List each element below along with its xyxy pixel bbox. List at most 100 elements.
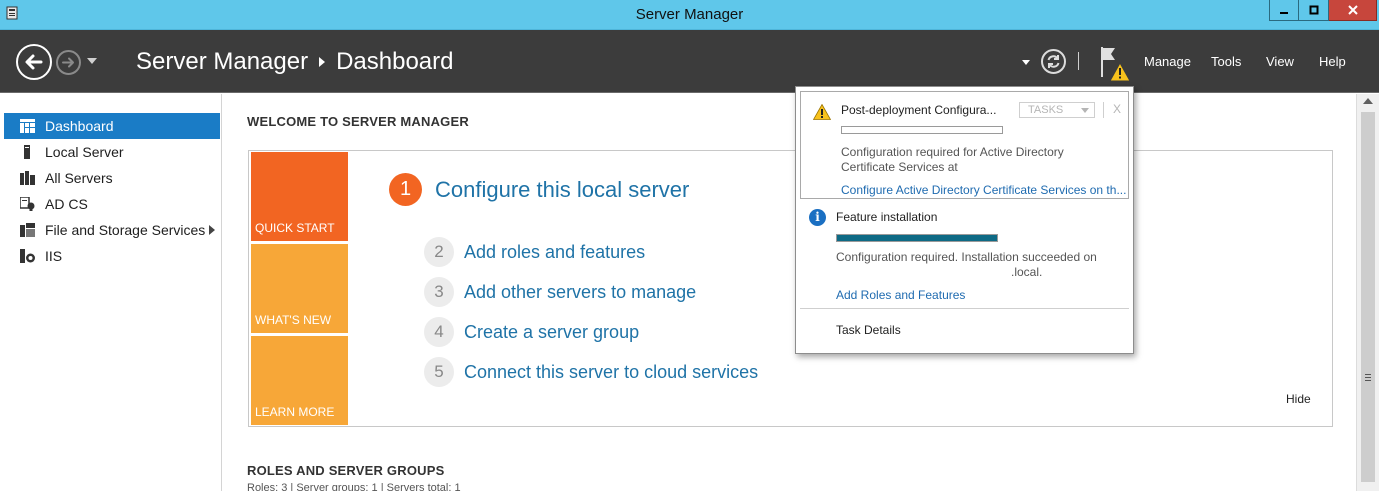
- step-number: 5: [424, 357, 454, 387]
- configure-adcs-link[interactable]: Configure Active Directory Certificate S…: [841, 183, 1126, 197]
- add-roles-features-link[interactable]: Add Roles and Features: [836, 288, 965, 302]
- notification-post-deployment: Post-deployment Configura... TASKS X Con…: [800, 91, 1129, 199]
- popup-divider: [800, 308, 1129, 309]
- menu-view[interactable]: View: [1266, 54, 1294, 69]
- welcome-panel: QUICK START WHAT'S NEW LEARN MORE 1 Conf…: [248, 150, 1333, 427]
- sidebar-item-dashboard[interactable]: Dashboard: [4, 113, 220, 139]
- maximize-button[interactable]: [1299, 0, 1329, 21]
- minimize-button[interactable]: [1269, 0, 1299, 21]
- welcome-title: WELCOME TO SERVER MANAGER: [247, 114, 469, 129]
- tile-learn-more[interactable]: LEARN MORE: [251, 336, 348, 425]
- sidebar-item-label: All Servers: [45, 170, 113, 186]
- tile-quick-start-label: QUICK START: [255, 221, 335, 235]
- iis-icon: [20, 249, 35, 263]
- certificate-icon: [20, 197, 35, 211]
- feature-install-text: Configuration required. Installation suc…: [836, 250, 1097, 280]
- menu-manage[interactable]: Manage: [1144, 54, 1191, 69]
- text-line: Certificate Services at: [841, 160, 958, 174]
- scrollbar-thumb[interactable]: [1361, 112, 1375, 482]
- dashboard-icon: [20, 119, 35, 133]
- menu-help[interactable]: Help: [1319, 54, 1346, 69]
- grip-line: [1365, 377, 1371, 378]
- sidebar: Dashboard Local Server All Servers AD CS…: [0, 94, 222, 491]
- window-controls: [1269, 0, 1377, 21]
- sidebar-item-ad-cs[interactable]: AD CS: [4, 191, 220, 217]
- step-number: 3: [424, 277, 454, 307]
- roles-title: ROLES AND SERVER GROUPS: [247, 463, 445, 478]
- tile-whats-new-label: WHAT'S NEW: [255, 313, 332, 327]
- scroll-up-icon[interactable]: [1363, 98, 1373, 104]
- step-connect-cloud[interactable]: 5 Connect this server to cloud services: [424, 357, 758, 387]
- step-add-roles[interactable]: 2 Add roles and features: [424, 237, 645, 267]
- step-create-group[interactable]: 4 Create a server group: [424, 317, 639, 347]
- warning-icon: [813, 104, 831, 120]
- vertical-scrollbar[interactable]: [1356, 94, 1379, 491]
- post-deployment-text: Configuration required for Active Direct…: [841, 145, 1064, 175]
- feature-install-progress: [836, 234, 998, 242]
- maximize-icon: [1309, 5, 1318, 15]
- task-details-link[interactable]: Task Details: [836, 323, 901, 337]
- breadcrumb-separator-icon: [319, 57, 326, 67]
- app-header: Server Manager Dashboard Manage Tools Vi…: [0, 30, 1379, 93]
- text-line: Configuration required. Installation suc…: [836, 250, 1097, 264]
- forward-button[interactable]: [56, 50, 81, 75]
- step-label[interactable]: Configure this local server: [435, 177, 689, 203]
- tile-whats-new[interactable]: WHAT'S NEW: [251, 244, 348, 333]
- text-line: .local.: [1011, 265, 1043, 279]
- minimize-icon: [1280, 12, 1288, 14]
- tasks-label: TASKS: [1028, 104, 1064, 116]
- step-label[interactable]: Connect this server to cloud services: [464, 362, 758, 383]
- submenu-arrow-icon[interactable]: [209, 225, 215, 235]
- arrow-right-icon: [62, 57, 74, 68]
- menu-tools[interactable]: Tools: [1211, 54, 1241, 69]
- sidebar-item-all-servers[interactable]: All Servers: [4, 165, 220, 191]
- chevron-down-icon: [1081, 108, 1089, 113]
- close-icon: [1347, 5, 1358, 15]
- info-icon: i: [809, 209, 826, 226]
- step-number: 2: [424, 237, 454, 267]
- step-number: 4: [424, 317, 454, 347]
- post-deployment-progress: [841, 126, 1003, 134]
- notifications-popup: Post-deployment Configura... TASKS X Con…: [795, 86, 1134, 354]
- post-deployment-title: Post-deployment Configura...: [841, 103, 997, 117]
- tasks-dropdown[interactable]: TASKS: [1019, 102, 1095, 118]
- grip-line: [1365, 380, 1371, 381]
- hide-link[interactable]: Hide: [1286, 392, 1311, 406]
- refresh-icon: [1047, 55, 1060, 68]
- refresh-button[interactable]: [1041, 49, 1066, 74]
- grip-line: [1365, 374, 1371, 375]
- close-button[interactable]: [1329, 0, 1377, 21]
- tile-learn-more-label: LEARN MORE: [255, 405, 335, 419]
- sidebar-item-label: AD CS: [45, 196, 88, 212]
- tile-quick-start[interactable]: QUICK START: [251, 152, 348, 241]
- feature-install-title: Feature installation: [836, 210, 938, 224]
- progress-fill: [837, 235, 997, 241]
- window-title: Server Manager: [635, 6, 744, 23]
- sidebar-item-local-server[interactable]: Local Server: [4, 139, 220, 165]
- sidebar-item-label: Local Server: [45, 144, 124, 160]
- notification-flag-icon[interactable]: [1098, 44, 1132, 82]
- header-dropdown-icon[interactable]: [1022, 60, 1030, 65]
- arrow-left-icon: [25, 54, 43, 70]
- step-label[interactable]: Add roles and features: [464, 242, 645, 263]
- dashboard-main: WELCOME TO SERVER MANAGER QUICK START WH…: [223, 94, 1356, 491]
- step-label[interactable]: Create a server group: [464, 322, 639, 343]
- notification-divider: [1103, 102, 1104, 118]
- history-dropdown-icon[interactable]: [87, 58, 97, 64]
- sidebar-item-label: Dashboard: [45, 118, 114, 134]
- server-icon: [24, 145, 30, 159]
- roles-summary: Roles: 3 | Server groups: 1 | Servers to…: [247, 482, 461, 491]
- text-line: Configuration required for Active Direct…: [841, 145, 1064, 159]
- sidebar-item-label: File and Storage Services: [45, 222, 206, 238]
- step-label[interactable]: Add other servers to manage: [464, 282, 696, 303]
- step-add-servers[interactable]: 3 Add other servers to manage: [424, 277, 696, 307]
- back-button[interactable]: [16, 44, 52, 80]
- step-configure-local-server[interactable]: 1 Configure this local server: [389, 173, 689, 206]
- sidebar-item-file-storage[interactable]: File and Storage Services: [4, 217, 220, 243]
- step-number: 1: [389, 173, 422, 206]
- breadcrumb-app[interactable]: Server Manager: [136, 48, 308, 76]
- dismiss-notification-button[interactable]: X: [1113, 102, 1121, 116]
- breadcrumb: Server Manager Dashboard: [136, 48, 454, 76]
- sidebar-item-iis[interactable]: IIS: [4, 243, 220, 269]
- server-manager-window: Server Manager Server Manager Dashboard …: [0, 0, 1379, 491]
